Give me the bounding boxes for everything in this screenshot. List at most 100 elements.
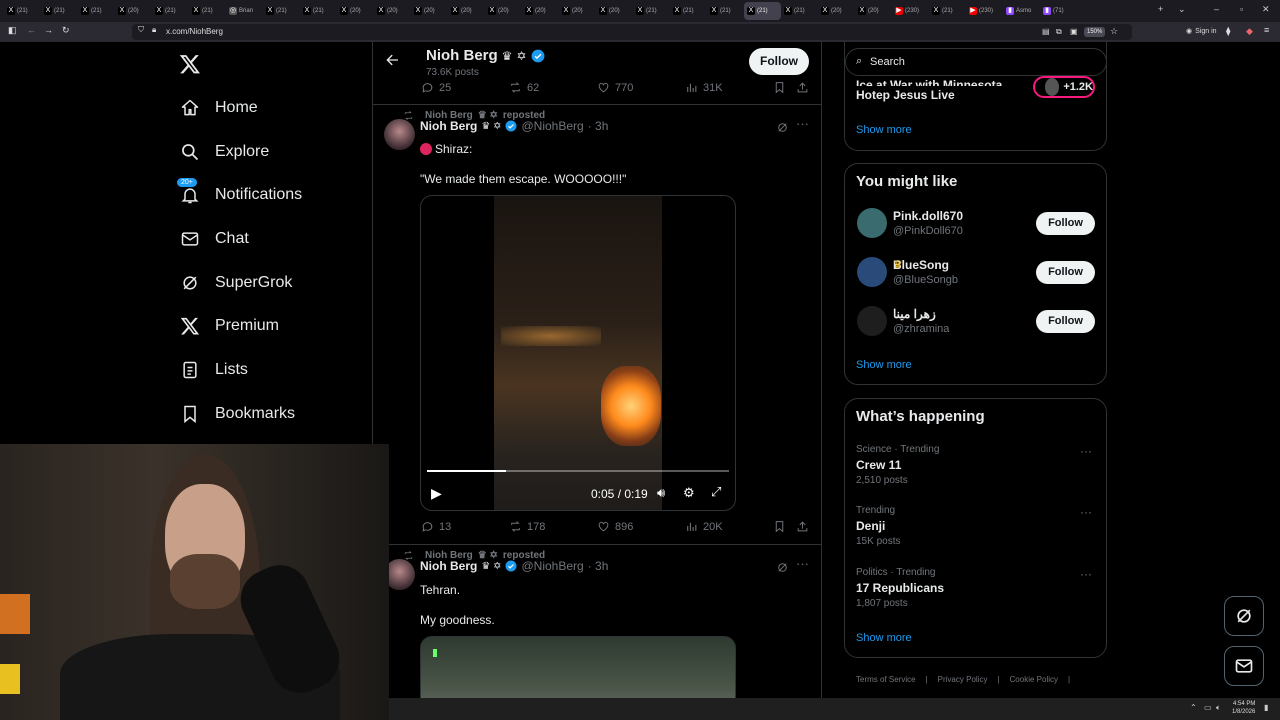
nav-item-lists[interactable]: Lists bbox=[180, 355, 248, 385]
footer-link[interactable]: Terms of Service bbox=[856, 675, 916, 684]
extensions-icon[interactable]: ⧫ bbox=[1226, 26, 1230, 37]
browser-tab[interactable]: X (21) bbox=[152, 2, 189, 20]
back-button[interactable] bbox=[384, 52, 400, 71]
more-options-icon[interactable]: ··· bbox=[796, 116, 809, 131]
more-options-icon[interactable]: ··· bbox=[1080, 567, 1092, 581]
shield-icon[interactable]: ⛉ bbox=[138, 25, 144, 35]
maximize-window-button[interactable]: ▫ bbox=[1240, 4, 1243, 14]
trend-name[interactable]: 17 Republicans bbox=[856, 581, 944, 595]
more-options-icon[interactable]: ··· bbox=[1080, 444, 1092, 458]
reload-icon[interactable]: ↻ bbox=[62, 25, 70, 36]
trend-name[interactable]: Denji bbox=[856, 519, 885, 533]
author-name[interactable]: Nioh Berg bbox=[420, 119, 477, 133]
app-menu-icon[interactable]: ≡ bbox=[1264, 25, 1269, 35]
nav-item-notifications[interactable]: Notifications 20+ bbox=[176, 177, 302, 210]
share-button[interactable] bbox=[796, 520, 809, 533]
avatar[interactable] bbox=[857, 208, 887, 238]
tray-chevron-icon[interactable]: ⌃ bbox=[1190, 703, 1197, 712]
browser-tab[interactable]: X (20) bbox=[448, 2, 485, 20]
nav-item-premium[interactable]: Premium bbox=[180, 311, 279, 341]
suggested-user-handle[interactable]: @PinkDoll670 bbox=[893, 225, 963, 237]
new-tab-button[interactable]: + bbox=[1158, 4, 1163, 14]
more-options-icon[interactable]: ··· bbox=[1080, 505, 1092, 519]
browser-tab[interactable]: X (21) bbox=[4, 2, 41, 20]
post-time[interactable]: · 3h bbox=[588, 119, 609, 133]
post-time[interactable]: · 3h bbox=[588, 559, 609, 573]
suggested-user-handle[interactable]: @BlueSongb bbox=[893, 274, 958, 286]
reply-button[interactable]: 25 bbox=[421, 81, 451, 94]
author-handle[interactable]: @NiohBerg bbox=[521, 559, 583, 573]
browser-tab[interactable]: X (21) bbox=[189, 2, 226, 20]
browser-tab[interactable]: X (21) bbox=[670, 2, 707, 20]
avatar[interactable] bbox=[384, 119, 415, 150]
url-text[interactable]: x.com/NiohBerg bbox=[166, 27, 223, 36]
author-handle[interactable]: @NiohBerg bbox=[521, 119, 583, 133]
browser-tab[interactable]: X (20) bbox=[818, 2, 855, 20]
browser-tab[interactable]: X (21) bbox=[781, 2, 818, 20]
bookmark-button[interactable] bbox=[773, 520, 786, 533]
messages-float-button[interactable] bbox=[1224, 646, 1264, 686]
footer-link[interactable]: Privacy Policy bbox=[938, 675, 988, 684]
browser-tab[interactable]: X (21) bbox=[929, 2, 966, 20]
trend-name[interactable]: Crew 11 bbox=[856, 458, 901, 472]
like-button[interactable]: 896 bbox=[597, 520, 633, 533]
x-logo-icon[interactable] bbox=[179, 53, 201, 75]
show-more-link[interactable]: Show more bbox=[856, 632, 912, 644]
nav-item-explore[interactable]: Explore bbox=[180, 137, 269, 167]
sign-in-button[interactable]: ◉ Sign in bbox=[1186, 27, 1217, 36]
network-icon[interactable]: ▭ bbox=[1204, 703, 1212, 712]
repost-button[interactable]: 178 bbox=[509, 520, 545, 533]
zoom-level[interactable]: 150% bbox=[1084, 27, 1106, 37]
share-button[interactable] bbox=[796, 81, 809, 94]
browser-tab[interactable]: X (20) bbox=[485, 2, 522, 20]
browser-tab[interactable]: X (21) bbox=[41, 2, 78, 20]
picture-in-picture-icon[interactable]: ⧉ bbox=[1056, 27, 1062, 37]
browser-tab[interactable]: X (21) bbox=[633, 2, 670, 20]
settings-gear-icon[interactable]: ⚙ bbox=[683, 485, 695, 501]
browser-tab[interactable]: X (21) bbox=[300, 2, 337, 20]
author-name[interactable]: Nioh Berg bbox=[420, 559, 477, 573]
bookmark-button[interactable] bbox=[773, 81, 786, 94]
more-options-icon[interactable]: ··· bbox=[796, 556, 809, 571]
screenshot-icon[interactable]: ▣ bbox=[1070, 27, 1078, 36]
header-follow-button[interactable]: Follow bbox=[749, 48, 809, 75]
address-bar[interactable] bbox=[132, 24, 1132, 40]
lock-icon[interactable]: 🔒︎ bbox=[152, 25, 156, 35]
grok-icon[interactable] bbox=[776, 121, 789, 134]
views-button[interactable]: 31K bbox=[685, 81, 723, 94]
play-icon[interactable]: ▶ bbox=[431, 485, 442, 502]
browser-tab[interactable]: X (20) bbox=[559, 2, 596, 20]
reader-view-icon[interactable]: ▤ bbox=[1042, 27, 1050, 36]
browser-tab[interactable]: ▮ (71) bbox=[1040, 2, 1077, 20]
notification-extension-icon[interactable]: ◆ bbox=[1246, 26, 1253, 37]
volume-icon[interactable]: 🔊︎ bbox=[657, 485, 665, 501]
browser-tab[interactable]: X (20) bbox=[337, 2, 374, 20]
browser-tab[interactable]: ▶ (230) bbox=[892, 2, 929, 20]
show-more-link[interactable]: Show more bbox=[856, 359, 912, 371]
browser-tab[interactable]: X (21) bbox=[263, 2, 300, 20]
system-clock[interactable]: 4:54 PM 1/8/2026 bbox=[1232, 700, 1255, 716]
browser-tab[interactable]: X (21) bbox=[744, 2, 781, 20]
speaker-icon[interactable]: 🔈︎ bbox=[1216, 703, 1221, 713]
nav-item-supergrok[interactable]: SuperGrok bbox=[180, 268, 292, 298]
like-button[interactable]: 770 bbox=[597, 81, 633, 94]
browser-tab[interactable]: X (20) bbox=[596, 2, 633, 20]
fullscreen-icon[interactable]: ⤢ bbox=[711, 484, 721, 500]
forward-arrow-icon[interactable]: → bbox=[44, 25, 53, 35]
browser-tab[interactable]: X (21) bbox=[707, 2, 744, 20]
grok-float-button[interactable] bbox=[1224, 596, 1264, 636]
sidebar-toggle-icon[interactable]: ◧ bbox=[8, 25, 17, 36]
close-window-button[interactable]: ✕ bbox=[1262, 4, 1270, 15]
browser-tab[interactable]: X (20) bbox=[522, 2, 559, 20]
repost-button[interactable]: 62 bbox=[509, 81, 539, 94]
browser-tab[interactable]: X (20) bbox=[115, 2, 152, 20]
notification-center-icon[interactable]: ▮ bbox=[1264, 703, 1268, 712]
reply-button[interactable]: 13 bbox=[421, 520, 451, 533]
suggested-user-handle[interactable]: @zhramina bbox=[893, 323, 949, 335]
nav-item-home[interactable]: Home bbox=[180, 93, 258, 123]
bookmark-star-icon[interactable]: ☆ bbox=[1110, 26, 1118, 37]
browser-tab[interactable]: X (20) bbox=[855, 2, 892, 20]
back-arrow-icon[interactable]: ← bbox=[27, 25, 36, 35]
footer-link[interactable]: Cookie Policy bbox=[1010, 675, 1058, 684]
video-player[interactable]: ▶ 0:05 / 0:19 🔊︎ ⚙ ⤢ bbox=[420, 195, 736, 511]
